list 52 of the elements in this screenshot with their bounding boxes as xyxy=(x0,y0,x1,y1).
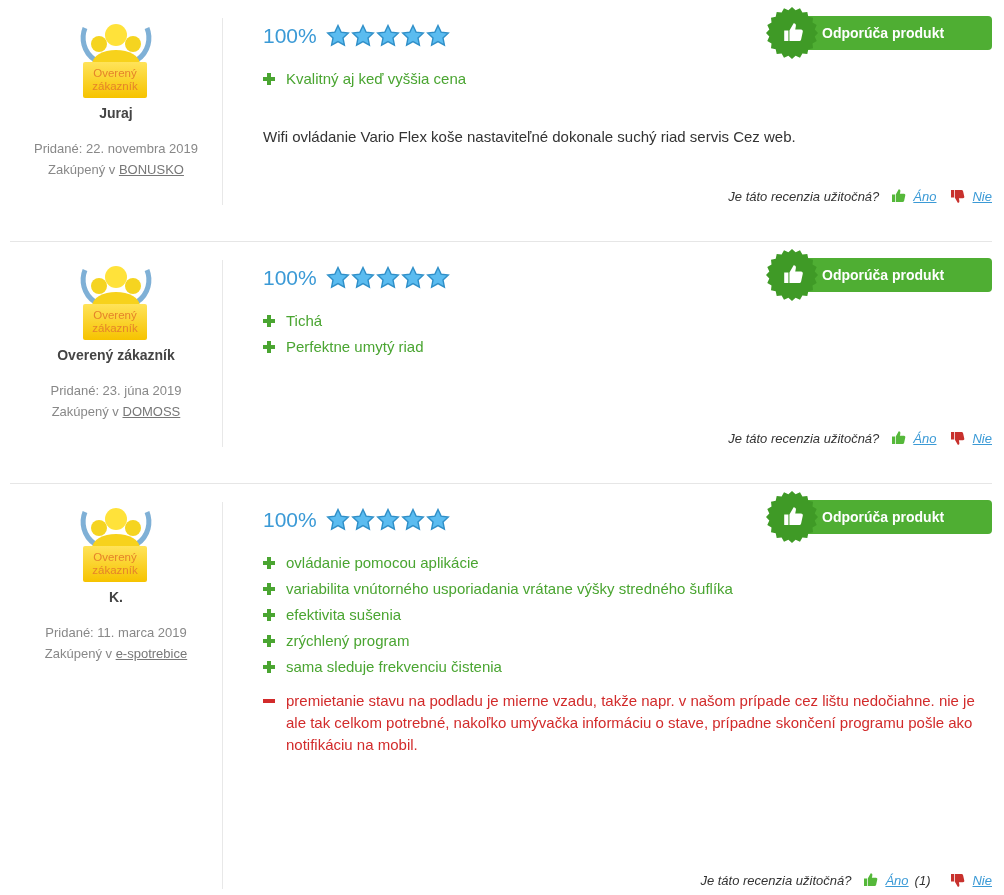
purchased-label: Zakúpený v xyxy=(48,162,116,177)
added-date: Pridané: 22. novembra 2019 xyxy=(33,140,199,158)
not-helpful-link[interactable]: Nie xyxy=(972,872,992,888)
thumbs-up-icon[interactable] xyxy=(889,429,908,447)
added-date: Pridané: 23. júna 2019 xyxy=(50,382,182,400)
helpful-yes-link[interactable]: Áno xyxy=(913,430,937,446)
plus-icon xyxy=(263,341,275,353)
pro-text: sama sleduje frekvenciu čistenia xyxy=(286,657,502,677)
helpful-question: Je táto recenzia užitočná? xyxy=(700,872,852,888)
pro-text: variabilita vnútorného usporiadania vrátane výšky stredného šuflíka xyxy=(286,579,733,599)
not-helpful-link[interactable]: Nie xyxy=(972,430,992,446)
plus-icon xyxy=(263,583,275,595)
helpful-yes-link[interactable]: Áno xyxy=(913,188,937,204)
purchased-label: Zakúpený v xyxy=(44,646,112,661)
thumbs-up-icon[interactable] xyxy=(889,187,908,205)
helpful-yes-link[interactable]: Áno xyxy=(885,872,909,888)
plus-icon xyxy=(263,315,275,327)
pro-text: ovládanie pomocou aplikácie xyxy=(286,553,479,573)
pro-text: Perfektne umytý riad xyxy=(286,337,424,357)
added-date: Pridané: 11. marca 2019 xyxy=(44,624,188,642)
pro-text: zrýchlený program xyxy=(286,631,410,651)
verified-customer-label: Overený zákazník xyxy=(83,304,147,340)
verified-customer-label: Overený zákazník xyxy=(83,62,147,98)
verified-customer-label: Overený zákazník xyxy=(83,546,147,582)
shop-link[interactable]: e-spotrebice xyxy=(115,646,188,661)
pro-text: Tichá xyxy=(286,311,323,331)
helpful-question: Je táto recenzia užitočná? xyxy=(728,430,880,446)
purchased-label: Zakúpený v xyxy=(51,404,119,419)
pro-text: Kvalitný aj keď vyššia cena xyxy=(286,69,467,89)
rating-percent: 100% xyxy=(263,508,317,532)
pro-text: efektivita sušenia xyxy=(286,605,402,625)
thumbs-up-icon[interactable] xyxy=(861,871,880,889)
thumbs-down-icon[interactable] xyxy=(948,871,967,889)
plus-icon xyxy=(263,557,275,569)
author-name: Overený zákazník xyxy=(57,347,175,363)
rating-percent: 100% xyxy=(263,266,317,290)
plus-icon xyxy=(263,609,275,621)
author-name: Juraj xyxy=(99,105,133,121)
shop-link[interactable]: BONUSKO xyxy=(118,162,184,177)
con-text: premietanie stavu na podladu je mierne vzadu, takže napr. v našom prípade cez lištu nedočiahne. nie je ale tak celkom potrebné, nakoľko umývačka informáciu o stave, prípadne skončení programu pošle ako notifikáciu na mobil. xyxy=(286,691,976,755)
plus-icon xyxy=(263,73,275,85)
helpful-question: Je táto recenzia užitočná? xyxy=(728,188,880,204)
plus-icon xyxy=(263,635,275,647)
plus-icon xyxy=(263,661,275,673)
rating-percent: 100% xyxy=(263,24,317,48)
helpful-count: (1) xyxy=(914,872,931,888)
review-text: Wifi ovládanie Vario Flex koše nastaviteľné dokonale suchý riad servis Cez web. xyxy=(263,128,797,145)
author-name: K. xyxy=(109,589,123,605)
shop-link[interactable]: DOMOSS xyxy=(122,404,181,419)
thumbs-down-icon[interactable] xyxy=(948,187,967,205)
thumbs-down-icon[interactable] xyxy=(948,429,967,447)
not-helpful-link[interactable]: Nie xyxy=(972,188,992,204)
